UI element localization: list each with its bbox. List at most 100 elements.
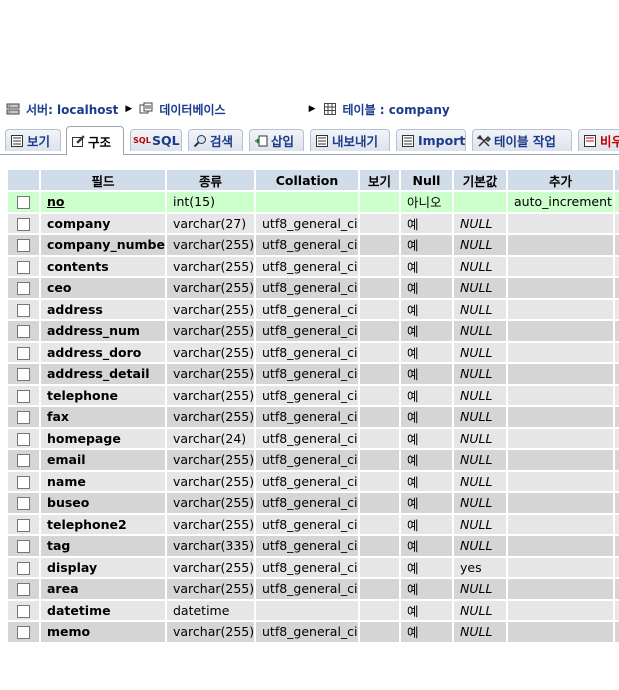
header-default[interactable]: 기본값 <box>454 170 506 192</box>
row-checkbox-cell <box>8 600 39 622</box>
field-null: 예 <box>401 213 452 235</box>
table-row[interactable]: homepage varchar(24) utf8_general_ci 예 NULL <box>8 428 619 450</box>
field-attributes <box>360 256 399 278</box>
field-attributes <box>360 342 399 364</box>
field-null: 예 <box>401 256 452 278</box>
table-row[interactable]: memo varchar(255) utf8_general_ci 예 NULL <box>8 622 619 644</box>
table-row[interactable]: area varchar(255) utf8_general_ci 예 NULL <box>8 579 619 601</box>
table-row[interactable]: fax varchar(255) utf8_general_ci 예 NULL <box>8 407 619 429</box>
field-type: varchar(255) <box>167 557 254 579</box>
breadcrumb-table[interactable]: 테이블 : company <box>323 101 450 118</box>
row-checkbox[interactable] <box>17 583 30 597</box>
table-row[interactable]: company_number varchar(255) utf8_general_c… <box>8 235 619 257</box>
table-row[interactable]: address_doro varchar(255) utf8_general_ci 예… <box>8 342 619 364</box>
row-checkbox[interactable] <box>17 325 30 339</box>
header-field[interactable]: 필드 <box>41 170 165 192</box>
field-name: memo <box>41 622 165 644</box>
row-checkbox[interactable] <box>17 561 30 575</box>
tab-insert[interactable]: 삽입 <box>249 129 304 151</box>
tab-structure[interactable]: 구조 <box>66 126 124 155</box>
field-name: telephone2 <box>41 514 165 536</box>
header-extra[interactable]: 추가 <box>508 170 613 192</box>
table-row[interactable]: tag varchar(335) utf8_general_ci 예 NULL <box>8 536 619 558</box>
row-checkbox[interactable] <box>17 518 30 532</box>
field-default: yes <box>454 557 506 579</box>
field-attributes <box>360 321 399 343</box>
table-row[interactable]: name varchar(255) utf8_general_ci 예 NULL <box>8 471 619 493</box>
tab-browse[interactable]: 보기 <box>5 129 61 151</box>
row-action-overflow <box>615 579 619 601</box>
row-checkbox[interactable] <box>17 604 30 618</box>
table-row[interactable]: contents varchar(255) utf8_general_ci 예 NULL <box>8 256 619 278</box>
row-checkbox[interactable] <box>17 217 30 231</box>
row-checkbox[interactable] <box>17 497 30 511</box>
row-checkbox[interactable] <box>17 282 30 296</box>
field-null: 아니오 <box>401 192 452 214</box>
table-row[interactable]: datetime datetime 예 NULL <box>8 600 619 622</box>
row-checkbox[interactable] <box>17 389 30 403</box>
row-checkbox[interactable] <box>17 303 30 317</box>
row-checkbox[interactable] <box>17 239 30 253</box>
table-row[interactable]: buseo varchar(255) utf8_general_ci 예 NULL <box>8 493 619 515</box>
row-checkbox[interactable] <box>17 454 30 468</box>
row-checkbox-cell <box>8 321 39 343</box>
field-name: no <box>41 192 165 214</box>
field-default: NULL <box>454 342 506 364</box>
table-row[interactable]: display varchar(255) utf8_general_ci 예 yes <box>8 557 619 579</box>
field-null: 예 <box>401 493 452 515</box>
field-type: varchar(255) <box>167 493 254 515</box>
field-extra <box>508 450 613 472</box>
table-row[interactable]: address_detail varchar(255) utf8_general_c… <box>8 364 619 386</box>
row-action-overflow <box>615 213 619 235</box>
field-attributes <box>360 428 399 450</box>
row-checkbox[interactable] <box>17 368 30 382</box>
field-name: buseo <box>41 493 165 515</box>
row-action-overflow <box>615 385 619 407</box>
field-null: 예 <box>401 342 452 364</box>
row-checkbox[interactable] <box>17 346 30 360</box>
row-checkbox[interactable] <box>17 432 30 446</box>
field-default: NULL <box>454 600 506 622</box>
row-checkbox[interactable] <box>17 260 30 274</box>
field-type: varchar(255) <box>167 622 254 644</box>
table-row[interactable]: no int(15) 아니오 auto_increment <box>8 192 619 214</box>
breadcrumb-server[interactable]: 서버: localhost <box>6 101 118 118</box>
database-icon <box>139 102 153 116</box>
tab-operations[interactable]: 테이블 작업 <box>472 129 572 151</box>
header-attributes[interactable]: 보기 <box>360 170 399 192</box>
breadcrumb-database[interactable]: 데이터베이스 <box>139 101 302 118</box>
row-checkbox-cell <box>8 192 39 214</box>
header-null[interactable]: Null <box>401 170 452 192</box>
row-action-overflow <box>615 321 619 343</box>
row-checkbox[interactable] <box>17 196 30 210</box>
table-row[interactable]: telephone varchar(255) utf8_general_ci 예 NUL… <box>8 385 619 407</box>
row-checkbox-cell <box>8 385 39 407</box>
browse-icon <box>10 134 24 148</box>
tab-export[interactable]: 내보내기 <box>310 129 390 151</box>
tab-sql[interactable]: SQL SQL <box>130 129 182 151</box>
field-attributes <box>360 364 399 386</box>
field-collation: utf8_general_ci <box>256 299 358 321</box>
field-attributes <box>360 622 399 644</box>
field-extra <box>508 235 613 257</box>
tab-import[interactable]: Import <box>396 129 466 151</box>
row-checkbox[interactable] <box>17 475 30 489</box>
table-row[interactable]: ceo varchar(255) utf8_general_ci 예 NULL <box>8 278 619 300</box>
header-type[interactable]: 종류 <box>167 170 254 192</box>
row-checkbox[interactable] <box>17 411 30 425</box>
tab-bar: 보기 구조 SQL SQL 검색 삽입 내보내기 Import 테이블 작업 비… <box>0 126 619 155</box>
table-row[interactable]: telephone2 varchar(255) utf8_general_ci 예 NU… <box>8 514 619 536</box>
tab-empty[interactable]: 비우 <box>578 129 619 151</box>
row-checkbox[interactable] <box>17 540 30 554</box>
field-extra <box>508 299 613 321</box>
table-row[interactable]: company varchar(27) utf8_general_ci 예 NULL <box>8 213 619 235</box>
field-extra <box>508 536 613 558</box>
table-row[interactable]: email varchar(255) utf8_general_ci 예 NULL <box>8 450 619 472</box>
field-null: 예 <box>401 557 452 579</box>
header-collation[interactable]: Collation <box>256 170 358 192</box>
tab-search[interactable]: 검색 <box>188 129 243 151</box>
field-default <box>454 192 506 214</box>
table-row[interactable]: address varchar(255) utf8_general_ci 예 NULL <box>8 299 619 321</box>
row-checkbox[interactable] <box>17 626 30 640</box>
table-row[interactable]: address_num varchar(255) utf8_general_ci 예 N… <box>8 321 619 343</box>
